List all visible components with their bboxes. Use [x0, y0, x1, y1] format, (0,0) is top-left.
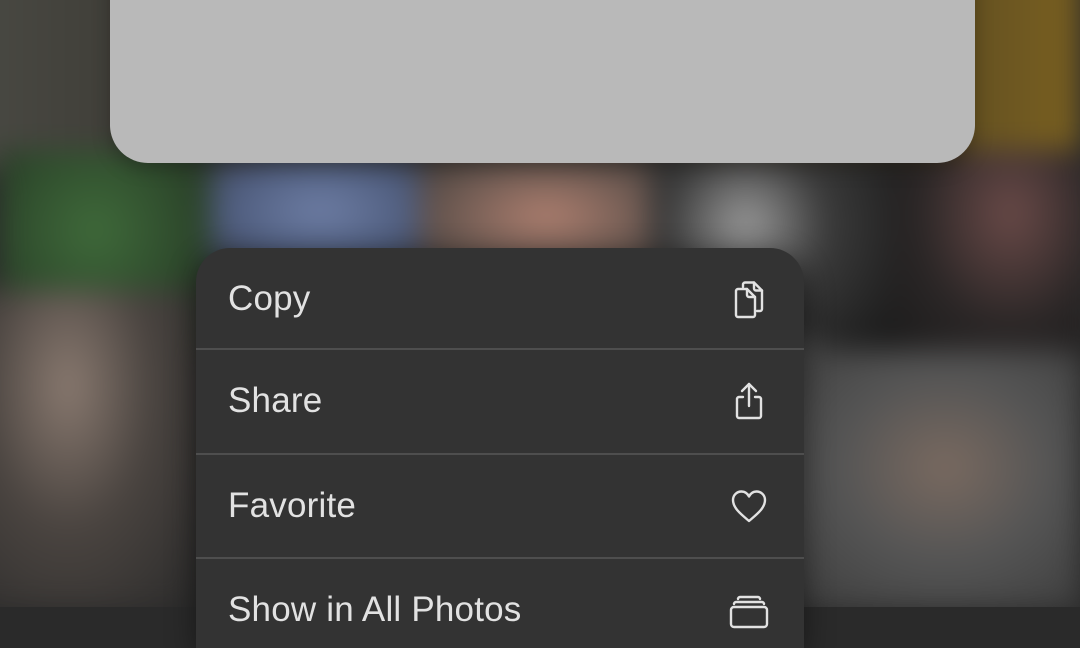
- context-menu: Copy Share Favorite Show in All Photos: [196, 248, 804, 648]
- photos-stack-icon: [728, 589, 770, 631]
- menu-item-copy[interactable]: Copy: [196, 248, 804, 349]
- photo-thumbnail: [890, 150, 1080, 360]
- share-icon: [728, 380, 770, 422]
- menu-item-favorite[interactable]: Favorite: [196, 455, 804, 557]
- menu-item-label: Copy: [228, 278, 311, 318]
- menu-item-label: Share: [228, 381, 323, 420]
- photo-thumbnail: [780, 350, 1080, 607]
- menu-item-label: Show in All Photos: [228, 590, 522, 629]
- menu-item-share[interactable]: Share: [196, 350, 804, 452]
- photo-preview-card[interactable]: [110, 0, 975, 163]
- copy-icon: [728, 278, 770, 320]
- heart-icon: [728, 485, 770, 527]
- menu-item-show-in-all-photos[interactable]: Show in All Photos: [196, 559, 804, 648]
- photo-thumbnail: [0, 290, 200, 607]
- menu-item-label: Favorite: [228, 486, 357, 525]
